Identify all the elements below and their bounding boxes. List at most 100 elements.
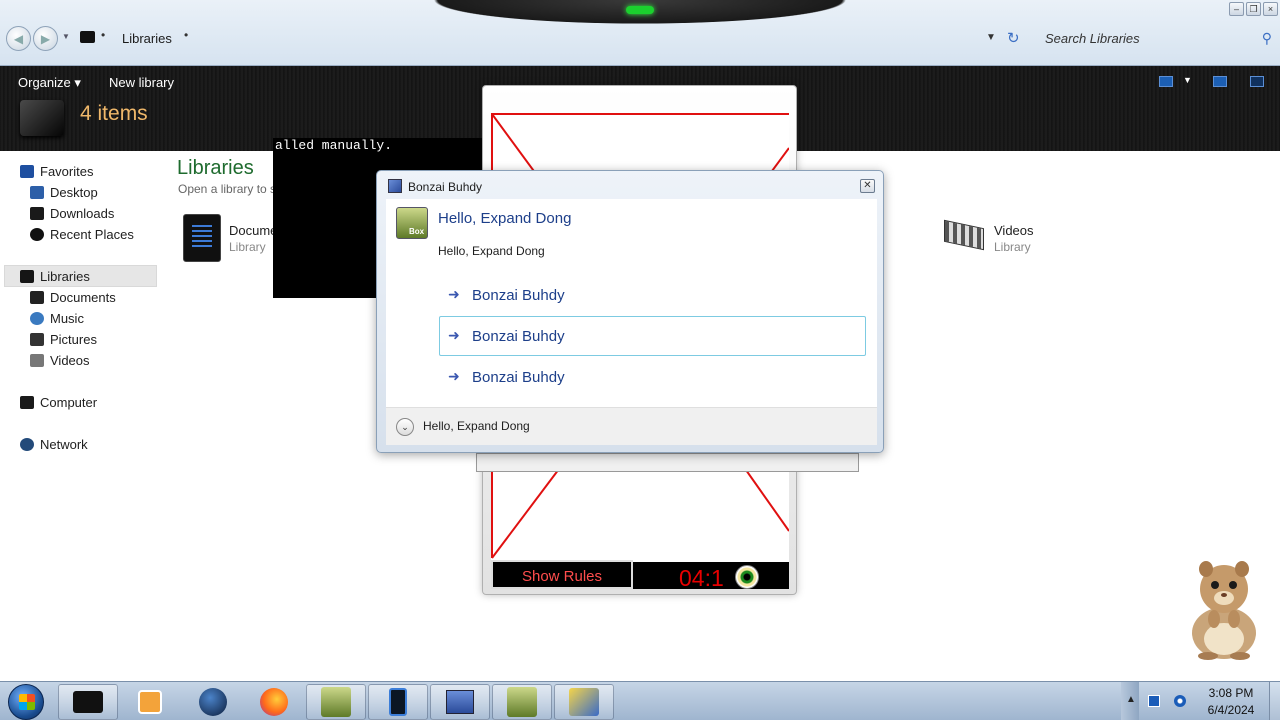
taskbar-explorer-button[interactable] (58, 684, 118, 720)
library-kind: Library (994, 240, 1031, 254)
tray-action-center-icon[interactable] (1148, 695, 1160, 707)
refresh-icon[interactable]: ↻ (1007, 29, 1020, 47)
recent-pages-dropdown[interactable]: ▼ (62, 32, 70, 41)
view-options-icon[interactable] (1159, 76, 1173, 87)
dialog-close-button[interactable]: ✕ (860, 179, 875, 193)
show-desktop-button[interactable] (1269, 682, 1280, 720)
tray-network-icon[interactable] (1174, 695, 1186, 707)
show-rules-button[interactable]: Show Rules (491, 560, 633, 589)
nav-item-videos[interactable]: Videos (30, 351, 90, 369)
network-icon (20, 437, 34, 451)
nav-item-documents[interactable]: Documents (30, 288, 116, 306)
music-icon (30, 311, 44, 325)
clock-date[interactable]: 6/4/2024 (1196, 703, 1266, 717)
nav-item-network[interactable]: Network (20, 435, 88, 453)
nav-item-recent-places[interactable]: Recent Places (30, 225, 134, 243)
restore-button[interactable]: ❐ (1246, 2, 1261, 16)
close-button[interactable]: × (1263, 2, 1278, 16)
nav-item-favorites[interactable]: Favorites (20, 162, 93, 180)
page-title: Libraries (177, 157, 254, 179)
taskbar-bonzi-button[interactable] (492, 684, 552, 720)
command-link[interactable]: ➜ Bonzai Buhdy (439, 275, 866, 315)
checkmark-icon (569, 688, 599, 716)
favorites-icon (20, 164, 34, 178)
preview-pane-icon[interactable] (1213, 76, 1227, 87)
command-link[interactable]: ➜ Bonzai Buhdy (439, 316, 866, 356)
dialog-footer: ⌄ Hello, Expand Dong (386, 407, 877, 445)
taskbar-bonzi-button[interactable] (306, 684, 366, 720)
nav-label: Favorites (40, 163, 94, 179)
pictures-icon (30, 332, 44, 346)
taskbar-media-player-button[interactable] (120, 684, 180, 720)
eye-icon[interactable] (735, 565, 759, 589)
nav-item-music[interactable]: Music (30, 309, 84, 327)
taskbar-network-button[interactable] (430, 684, 490, 720)
library-name: Videos (994, 223, 1034, 238)
taskbar-globe-button[interactable] (183, 684, 243, 720)
arrow-left-icon: ◀ (13, 31, 24, 46)
arrow-right-icon: ▶ (40, 31, 51, 46)
expand-chevron-icon[interactable]: ⌄ (396, 418, 414, 436)
taskbar-firefox-button[interactable] (244, 684, 304, 720)
hamster-character-icon[interactable] (1184, 555, 1262, 661)
start-button[interactable] (8, 684, 44, 720)
tray-overflow-button[interactable]: ▲ (1121, 682, 1139, 720)
nav-label: Libraries (40, 268, 90, 284)
dialog-title: Bonzai Buhdy (408, 180, 483, 194)
search-input[interactable]: Search Libraries ⚲ (1035, 24, 1278, 52)
view-dropdown-icon[interactable]: ▼ (1183, 75, 1192, 85)
computer-icon (20, 395, 34, 409)
window-top-decoration (380, 0, 900, 30)
timer-display: 04:1 (633, 562, 789, 591)
nav-item-pictures[interactable]: Pictures (30, 330, 97, 348)
dialog-body: Box Hello, Expand Dong Hello, Expand Don… (386, 199, 877, 407)
command-link[interactable]: ➜ Bonzai Buhdy (439, 357, 866, 397)
nav-label: Downloads (50, 205, 115, 221)
taskbar: ▲ 3:08 PM 6/4/2024 (0, 681, 1280, 720)
dialog-text: Hello, Expand Dong (438, 244, 545, 258)
recent-places-icon (30, 227, 44, 241)
breadcrumb-separator[interactable]: • (184, 28, 188, 42)
breadcrumb-libraries[interactable]: Libraries (122, 31, 172, 46)
taskbar-phone-button[interactable] (368, 684, 428, 720)
command-link-label: Bonzai Buhdy (472, 369, 565, 386)
organize-button[interactable]: Organize ▾ (18, 75, 81, 91)
bonzi-icon (321, 687, 351, 717)
breadcrumb-separator[interactable]: • (101, 28, 105, 42)
search-icon[interactable]: ⚲ (1262, 30, 1272, 47)
nav-item-libraries[interactable]: Libraries (20, 267, 90, 285)
expand-details-toggle[interactable]: Hello, Expand Dong (423, 419, 530, 433)
search-placeholder: Search Libraries (1045, 31, 1140, 46)
console-output: alled manually. (275, 138, 393, 153)
nav-item-downloads[interactable]: Downloads (30, 204, 114, 222)
help-icon[interactable] (1250, 76, 1264, 87)
taskbar-check-button[interactable] (554, 684, 614, 720)
forward-button[interactable]: ▶ (33, 26, 58, 51)
command-link-label: Bonzai Buhdy (472, 287, 565, 304)
globe-icon (199, 688, 227, 716)
network-computers-icon (446, 690, 474, 714)
windows-logo-icon (19, 694, 35, 710)
libraries-folder-icon (80, 31, 95, 43)
page-subtitle: Open a library to s (178, 182, 277, 196)
nav-label: Desktop (50, 184, 98, 200)
downloads-icon (30, 206, 44, 220)
library-videos[interactable]: Videos Library (940, 214, 1034, 256)
nav-item-desktop[interactable]: Desktop (30, 183, 98, 201)
back-button[interactable]: ◀ (6, 26, 31, 51)
minimize-button[interactable]: – (1229, 2, 1244, 16)
bonzi-icon (507, 687, 537, 717)
nav-label: Pictures (50, 331, 97, 347)
timer-value: 04:1 (679, 565, 724, 591)
background-dialog-edge (476, 453, 859, 472)
address-bar: ◀ ▶ ▼ • Libraries • ▼ ↻ Search Libraries… (0, 0, 1280, 66)
clock-time[interactable]: 3:08 PM (1196, 686, 1266, 700)
address-dropdown-icon[interactable]: ▼ (986, 32, 996, 43)
nav-item-computer[interactable]: Computer (20, 393, 97, 411)
documents-library-icon (183, 214, 221, 262)
library-documents[interactable]: Docume Library (183, 214, 277, 262)
bonzi-avatar-icon: Box (396, 207, 428, 239)
navigation-pane: Favorites Desktop Downloads Recent Place… (0, 151, 165, 681)
phone-icon (389, 688, 407, 716)
new-library-button[interactable]: New library (109, 75, 174, 90)
